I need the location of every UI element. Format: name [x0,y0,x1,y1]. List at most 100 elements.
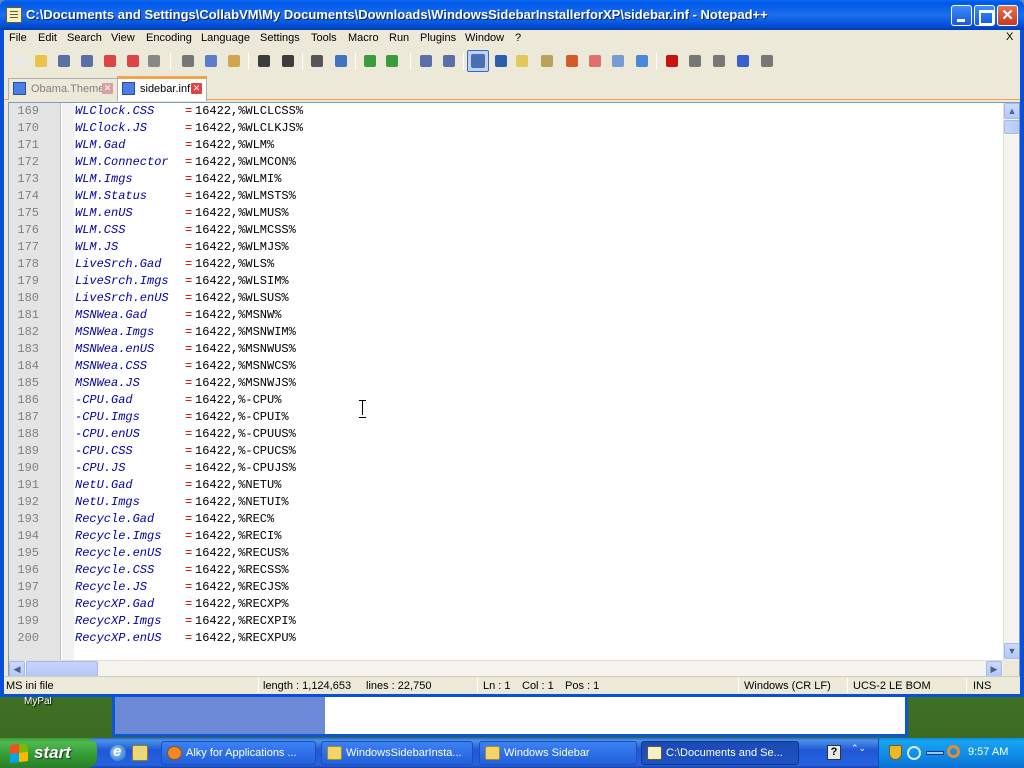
notepad-app-icon[interactable] [6,7,22,23]
editor-line[interactable]: 178 LiveSrch.Gad = 16422,%WLS% [9,256,1019,273]
editor-line[interactable]: 190 -CPU.JS = 16422,%-CPUJS% [9,460,1019,477]
zoom-out-icon[interactable] [384,53,400,69]
editor-line[interactable]: 191 NetU.Gad = 16422,%NETU% [9,477,1019,494]
editor-line[interactable]: 193 Recycle.Gad = 16422,%REC% [9,511,1019,528]
search-icon[interactable] [947,745,960,758]
doc-map-icon[interactable] [539,53,555,69]
editor-line[interactable]: 169 WLClock.CSS = 16422,%WLCLCSS% [9,103,1019,120]
record-macro-icon[interactable] [664,53,680,69]
close-all-icon[interactable] [125,53,141,69]
horizontal-scroll-thumb[interactable] [26,661,98,677]
menu-search[interactable]: Search [67,32,102,44]
editor-line[interactable]: 171 WLM.Gad = 16422,%WLM% [9,137,1019,154]
print-icon[interactable] [146,53,162,69]
clock[interactable]: 9:57 AM [968,746,1008,758]
vertical-scrollbar[interactable]: ▲ ▼ [1003,103,1019,660]
new-icon[interactable] [12,53,28,69]
editor[interactable]: 169 WLClock.CSS = 16422,%WLCLCSS% 170 WLClock… [8,102,1020,678]
volume-icon[interactable] [907,746,921,760]
zoom-in-icon[interactable] [362,53,378,69]
cut-icon[interactable] [180,53,196,69]
help-icon[interactable]: ? [827,745,841,760]
editor-line[interactable]: 180 LiveSrch.enUS = 16422,%WLSUS% [9,290,1019,307]
menu-run[interactable]: Run [389,32,409,44]
editor-line[interactable]: 195 Recycle.enUS = 16422,%RECUS% [9,545,1019,562]
close-window-button[interactable]: ✕ [997,5,1018,26]
windows-explorer-icon[interactable] [132,745,148,761]
editor-line[interactable]: 176 WLM.CSS = 16422,%WLMCSS% [9,222,1019,239]
word-wrap-icon[interactable] [467,50,489,72]
editor-line[interactable]: 183 MSNWea.enUS = 16422,%MSNWUS% [9,341,1019,358]
editor-line[interactable]: 199 RecycXP.Imgs = 16422,%RECXPI% [9,613,1019,630]
menu-macro[interactable]: Macro [348,32,379,44]
editor-line[interactable]: 170 WLClock.JS = 16422,%WLCLKJS% [9,120,1019,137]
security-shield-icon[interactable] [889,745,902,760]
taskbar-item-installer-folder[interactable]: WindowsSidebarInsta... [321,741,473,765]
background-window[interactable] [112,697,908,737]
paste-icon[interactable] [226,53,242,69]
open-icon[interactable] [33,53,49,69]
save-icon[interactable] [56,53,72,69]
menu-edit[interactable]: Edit [38,32,57,44]
monitoring-icon[interactable] [634,53,650,69]
editor-line[interactable]: 186 -CPU.Gad = 16422,%-CPU% [9,392,1019,409]
run-macro-multiple-icon[interactable] [735,53,751,69]
menu-window[interactable]: Window [465,32,504,44]
doc-switcher-icon[interactable] [610,53,626,69]
editor-line[interactable]: 179 LiveSrch.Imgs = 16422,%WLSIM% [9,273,1019,290]
close-document-button[interactable]: X [1006,31,1013,43]
vertical-scroll-thumb[interactable] [1004,120,1019,134]
desktop-icon-label[interactable]: MyPal [24,696,52,707]
undo-icon[interactable] [256,53,272,69]
menu-settings[interactable]: Settings [260,32,300,44]
start-button[interactable]: start [0,738,97,768]
editor-line[interactable]: 181 MSNWea.Gad = 16422,%MSNW% [9,307,1019,324]
editor-line[interactable]: 173 WLM.Imgs = 16422,%WLMI% [9,171,1019,188]
redo-icon[interactable] [280,53,296,69]
find-icon[interactable] [309,53,325,69]
play-macro-icon[interactable] [711,53,727,69]
minimize-button[interactable] [951,5,972,26]
tab-close-icon[interactable]: ✕ [102,83,113,94]
tab-sidebar-inf[interactable]: sidebar.inf ✕ [117,76,207,101]
editor-line[interactable]: 188 -CPU.enUS = 16422,%-CPUUS% [9,426,1019,443]
replace-icon[interactable] [333,53,349,69]
taskbar-item-alky[interactable]: Alky for Applications ... [161,741,316,765]
editor-line[interactable]: 182 MSNWea.Imgs = 16422,%MSNWIM% [9,324,1019,341]
editor-line[interactable]: 174 WLM.Status = 16422,%WLMSTS% [9,188,1019,205]
editor-line[interactable]: 172 WLM.Connector = 16422,%WLMCON% [9,154,1019,171]
menu-language[interactable]: Language [201,32,250,44]
sync-horizontal-icon[interactable] [441,53,457,69]
internet-explorer-icon[interactable] [110,743,126,761]
editor-line[interactable]: 198 RecycXP.Gad = 16422,%RECXP% [9,596,1019,613]
editor-line[interactable]: 184 MSNWea.CSS = 16422,%MSNWCS% [9,358,1019,375]
indent-guide-icon[interactable] [514,53,530,69]
editor-line[interactable]: 185 MSNWea.JS = 16422,%MSNWJS% [9,375,1019,392]
chevron-icon[interactable]: ⌃⌄ [851,744,866,753]
editor-line[interactable]: 200 RecycXP.enUS = 16422,%RECXPU% [9,630,1019,647]
stop-macro-icon[interactable] [687,53,703,69]
title-bar[interactable]: C:\Documents and Settings\CollabVM\My Do… [0,0,1024,30]
editor-line[interactable]: 187 -CPU.Imgs = 16422,%-CPUI% [9,409,1019,426]
sync-vertical-icon[interactable] [418,53,434,69]
editor-line[interactable]: 192 NetU.Imgs = 16422,%NETUI% [9,494,1019,511]
scroll-right-icon[interactable]: ▶ [986,661,1002,677]
editor-line[interactable]: 196 Recycle.CSS = 16422,%RECSS% [9,562,1019,579]
tab-close-icon[interactable]: ✕ [191,83,202,94]
taskbar-item-windows-sidebar[interactable]: Windows Sidebar [479,741,637,765]
menu-help[interactable]: ? [515,32,521,44]
menu-file[interactable]: File [9,32,27,44]
editor-line[interactable]: 175 WLM.enUS = 16422,%WLMUS% [9,205,1019,222]
function-list-icon[interactable] [564,53,580,69]
menu-tools[interactable]: Tools [311,32,337,44]
editor-line[interactable]: 197 Recycle.JS = 16422,%RECJS% [9,579,1019,596]
copy-icon[interactable] [203,53,219,69]
show-all-chars-icon[interactable] [493,53,509,69]
scroll-left-icon[interactable]: ◀ [9,661,25,677]
editor-line[interactable]: 177 WLM.JS = 16422,%WLMJS% [9,239,1019,256]
scroll-up-icon[interactable]: ▲ [1004,103,1019,119]
editor-line[interactable]: 189 -CPU.CSS = 16422,%-CPUCS% [9,443,1019,460]
menu-plugins[interactable]: Plugins [420,32,456,44]
network-icon[interactable] [926,751,944,755]
tab-obama-theme[interactable]: Obama.Theme ✕ [8,78,118,100]
